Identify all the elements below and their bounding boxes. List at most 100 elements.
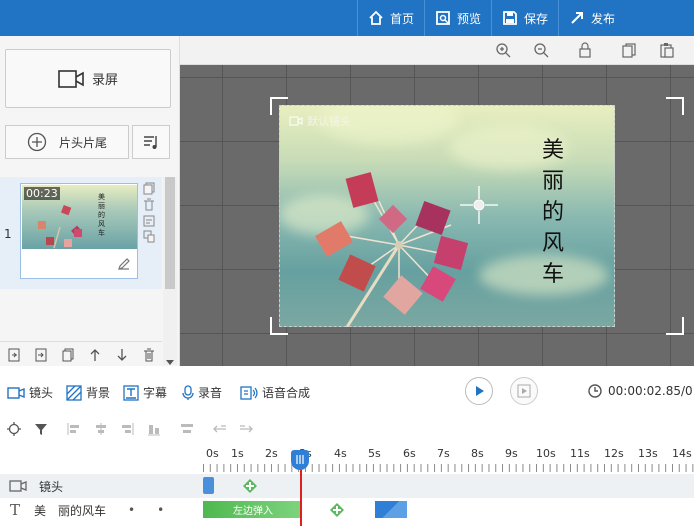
home-button[interactable]: 首页: [357, 0, 424, 36]
paste-icon[interactable]: [659, 42, 675, 58]
save-icon: [503, 11, 517, 25]
lock-icon[interactable]: [577, 42, 593, 58]
text-clip-label: 左边弹入: [233, 506, 273, 517]
track-dot-icon: •: [157, 503, 165, 517]
shift-right-icon: [238, 421, 254, 437]
ruler-tick: 13s: [638, 447, 658, 460]
scene-number: 1: [4, 227, 12, 241]
ruler-tick: 2s: [265, 447, 278, 460]
preview-button[interactable]: 预览: [424, 0, 491, 36]
text-clip[interactable]: 左边弹入: [203, 501, 300, 518]
text-track-label: 美 丽的风车: [34, 503, 107, 518]
align-right-icon: [119, 421, 135, 437]
speech-synthesis-icon: [240, 385, 258, 400]
camera-track[interactable]: 镜头: [0, 474, 694, 498]
ruler-tick: 6s: [403, 447, 416, 460]
text-track-body[interactable]: 左边弹入: [203, 498, 694, 522]
ruler-tick: 10s: [536, 447, 556, 460]
camera-tool-label: 镜头: [29, 386, 54, 400]
copy-scene-icon[interactable]: [143, 182, 157, 196]
record-screen-button[interactable]: 录屏: [5, 49, 171, 108]
ruler-tick: 12s: [604, 447, 624, 460]
scene-tools: [0, 341, 162, 366]
playhead-handle[interactable]: [291, 450, 309, 470]
camera-icon: [7, 386, 25, 399]
frame-corner-br: [666, 317, 684, 335]
publish-label: 发布: [591, 11, 616, 26]
play-scene-icon: [517, 384, 531, 398]
stage-canvas[interactable]: 默认镜头 美丽的风车: [279, 105, 615, 327]
home-label: 首页: [390, 11, 415, 26]
scene-settings-icon[interactable]: [143, 214, 157, 228]
timecode: 00:00:02.85/0: [588, 384, 693, 398]
head-tail-button[interactable]: 片头片尾: [5, 125, 129, 159]
zoom-in-icon[interactable]: [495, 42, 511, 58]
stage-title-text[interactable]: 美丽的风车: [539, 135, 567, 290]
shift-left-icon: [212, 421, 228, 437]
align-bottom-icon: [146, 421, 162, 437]
trash-icon[interactable]: [135, 342, 162, 367]
exit-animation-clip[interactable]: [375, 501, 407, 518]
timeline-ruler[interactable]: 0s 1s 2s 3s 4s 5s 6s 7s 8s 9s 10s 11s 12…: [0, 442, 694, 472]
camera-track-body[interactable]: [203, 474, 694, 498]
save-label: 保存: [524, 11, 549, 26]
duplicate-icon[interactable]: [54, 342, 81, 367]
speech-synthesis-tool[interactable]: 语音合成: [240, 384, 310, 401]
play-scene-button[interactable]: [510, 377, 538, 405]
delete-scene-icon[interactable]: [143, 198, 157, 212]
text-track-header: T 美 丽的风车 • •: [0, 498, 200, 522]
scene-thumbnail-image: 00:23 美丽的风车: [22, 185, 137, 249]
camera-label-text: 默认镜头: [307, 115, 351, 128]
head-tail-label: 片头片尾: [58, 135, 107, 150]
filter-icon[interactable]: [33, 421, 49, 437]
scene-list: 1 00:23 美丽的风车: [0, 177, 162, 289]
scroll-down-icon[interactable]: [166, 360, 174, 365]
speech-synthesis-label: 语音合成: [262, 386, 311, 400]
keyframe-add-icon[interactable]: [242, 478, 258, 494]
music-list-icon: [144, 136, 157, 149]
camera-tool[interactable]: 镜头: [7, 384, 53, 401]
camera-clip[interactable]: [203, 477, 214, 494]
text-track[interactable]: T 美 丽的风车 • • 左边弹入: [0, 498, 694, 522]
record-audio-label: 录音: [198, 386, 223, 400]
keyframe-add-icon[interactable]: [329, 502, 345, 518]
ruler-tick: 0s: [206, 447, 219, 460]
subtitle-icon: [123, 384, 139, 401]
scene-thumbnail[interactable]: 00:23 美丽的风车: [20, 183, 138, 279]
play-button[interactable]: [465, 377, 493, 405]
move-up-icon[interactable]: [81, 342, 108, 367]
top-bar: 首页 预览 保存 发布: [0, 0, 694, 36]
background-icon: [66, 384, 82, 401]
edit-scene-icon[interactable]: [117, 257, 131, 274]
insert-after-icon[interactable]: [27, 342, 54, 367]
track-dot-icon: •: [128, 503, 136, 517]
ruler-tick: 11s: [570, 447, 590, 460]
insert-before-icon[interactable]: [0, 342, 27, 367]
scrollbar-thumb[interactable]: [165, 177, 175, 289]
record-audio-tool[interactable]: 录音: [182, 384, 222, 401]
background-tool[interactable]: 背景: [66, 384, 110, 401]
zoom-out-icon[interactable]: [533, 42, 549, 58]
ruler-tick: 1s: [231, 447, 244, 460]
timeline-toolbar: 镜头 背景 字幕 录音 语音合成 00:00:02.85/0: [0, 366, 694, 416]
music-button[interactable]: [132, 125, 170, 159]
scene-scrollbar[interactable]: [163, 177, 177, 365]
save-button[interactable]: 保存: [491, 0, 558, 36]
background-tool-label: 背景: [86, 386, 111, 400]
record-camera-icon: [58, 69, 84, 88]
subtitle-tool[interactable]: 字幕: [123, 384, 167, 401]
copy-icon[interactable]: [621, 42, 637, 58]
timecode-text: 00:00:02.85/0: [608, 384, 693, 398]
plus-circle-icon: [27, 132, 47, 152]
clock-icon: [588, 384, 602, 398]
ruler-ticks: [203, 464, 694, 472]
move-down-icon[interactable]: [108, 342, 135, 367]
ruler-tick: 5s: [368, 447, 381, 460]
left-panel: 录屏 片头片尾 1 00:23 美 丽 的 风 车: [0, 36, 180, 366]
canvas-area: 默认镜头 美丽的风车: [180, 36, 694, 366]
canvas-toolbar: [180, 36, 694, 65]
scene-export-icon[interactable]: [143, 230, 157, 244]
target-icon[interactable]: [6, 421, 22, 437]
share-icon: [571, 12, 584, 24]
publish-button[interactable]: 发布: [558, 0, 625, 36]
